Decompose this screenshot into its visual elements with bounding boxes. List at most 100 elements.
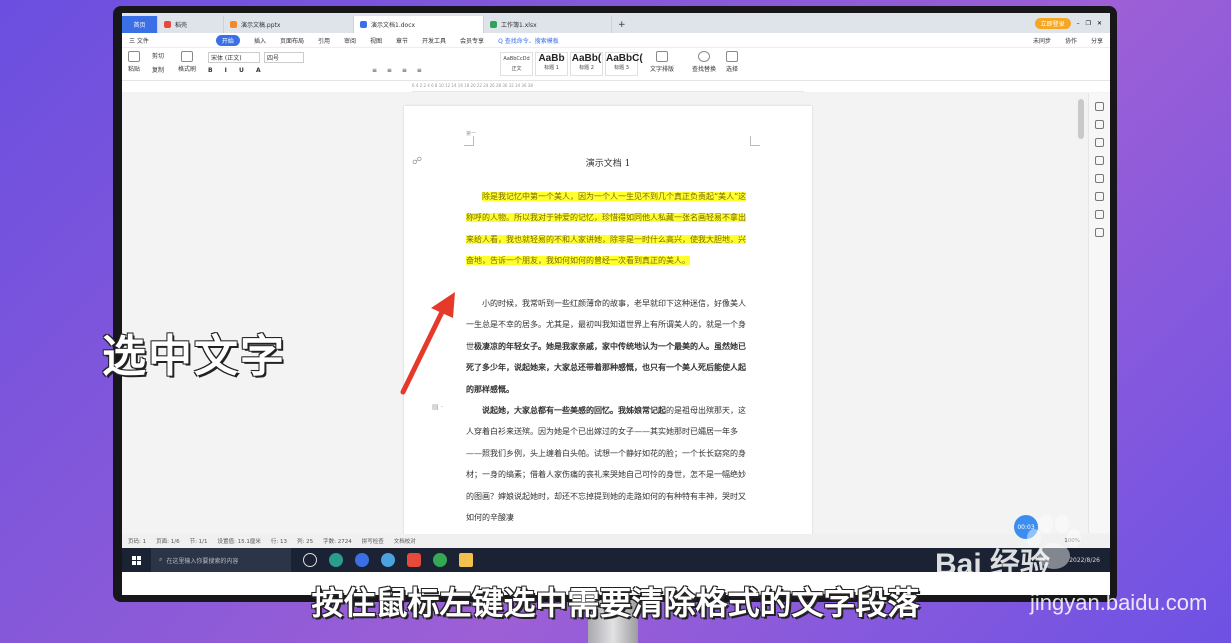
edge-dev-icon[interactable]: [355, 553, 369, 567]
header-mark: 第一: [466, 131, 477, 137]
select-button[interactable]: 选择: [726, 51, 738, 73]
paste-label: 粘贴: [128, 66, 141, 73]
menu-home[interactable]: 开始: [215, 34, 240, 46]
tab-home[interactable]: 首页: [122, 16, 158, 33]
copy-button[interactable]: 复制: [152, 65, 164, 74]
proofread-button[interactable]: 文档校对: [394, 537, 416, 545]
tab-pptx[interactable]: 演示文稿.pptx: [224, 16, 354, 33]
taskbar-search-placeholder: 在这里输入你要搜索的内容: [166, 557, 239, 565]
status-row: 行: 13: [270, 539, 287, 545]
menu-layout[interactable]: 页面布局: [280, 36, 304, 45]
copy-label: 复制: [152, 67, 165, 74]
paste-button[interactable]: 粘贴: [128, 51, 140, 73]
style-h3[interactable]: AaBbC(标题 3: [605, 52, 643, 76]
style-h1[interactable]: AaBb 标题 1: [535, 52, 568, 76]
pointer-icon[interactable]: [1095, 138, 1104, 147]
settings-icon[interactable]: [1095, 156, 1104, 165]
ruler-marks: 6 4 2 2 4 6 8 10 12 14 16 18 20 22 24 26…: [412, 83, 533, 88]
style-name: 标题 3: [614, 65, 629, 71]
edge-beta-icon[interactable]: [433, 553, 447, 567]
tab-label: 首页: [133, 22, 146, 29]
tab-docx[interactable]: 演示文档1.docx: [354, 16, 484, 33]
windows-start-icon[interactable]: [132, 555, 141, 565]
cut-button[interactable]: 剪切: [152, 51, 164, 60]
highlighted-paragraph[interactable]: 除是我记忆中第一个美人，因为一个人一生见不到几个真正负责起“美人”这称呼的人物。…: [466, 186, 752, 272]
close-icon[interactable]: ✕: [1097, 20, 1102, 27]
menu-section[interactable]: 章节: [396, 36, 408, 45]
select-label: 选择: [726, 66, 739, 73]
xlsx-icon: [490, 21, 497, 28]
menu-right: 未同步 协作 分享: [1026, 36, 1110, 45]
menu-bar: 三 文件 开始 插入 页面布局 引用 审阅 视图 章节 开发工具 会员专享 Q …: [122, 33, 1110, 48]
caption-subtitle: 按住鼠标左键选中需要清除格式的文字段落: [311, 584, 920, 622]
edge-icon[interactable]: [329, 553, 343, 567]
doc-icon[interactable]: ▤ ·: [432, 403, 443, 411]
document-page[interactable]: 第一 ☍ 演示文档 1 除是我记忆中第一个美人，因为一个人一生见不到几个真正负责…: [404, 106, 812, 536]
menu-file[interactable]: 三 文件: [129, 36, 149, 45]
pen-icon[interactable]: [1095, 120, 1104, 129]
screen: 首页 稻壳 演示文稿.pptx 演示文档1.docx 工作簿1.xlsx + 立…: [122, 13, 1110, 595]
command-search[interactable]: Q 查找命令、搜索模板: [498, 36, 559, 45]
tab-docer[interactable]: 稻壳: [158, 16, 224, 33]
find-replace-button[interactable]: 查找替换: [692, 51, 716, 73]
menu-insert[interactable]: 插入: [254, 36, 266, 45]
size-select[interactable]: 四号: [264, 52, 304, 63]
find-replace-label: 查找替换: [692, 66, 717, 73]
tab-xlsx[interactable]: 工作簿1.xlsx: [484, 16, 612, 33]
menu-devtools[interactable]: 开发工具: [422, 36, 446, 45]
new-tab-icon: +: [618, 19, 626, 30]
style-sample: AaBb: [538, 53, 565, 64]
paragraph-2[interactable]: 小的时候，我常听到一些红颜薄命的故事，老早就印下这种迷信，好像美人一生总是不幸的…: [466, 293, 752, 400]
style-h2[interactable]: AaBb(标题 2: [570, 52, 603, 76]
tab-label: 稻壳: [175, 22, 188, 29]
font-select[interactable]: 宋体 (正文): [208, 52, 260, 63]
format-painter-button[interactable]: 格式刷: [178, 51, 196, 73]
new-tab-button[interactable]: +: [612, 16, 632, 33]
sync-status[interactable]: 未同步: [1033, 36, 1051, 45]
text-tools-button[interactable]: 文字排版: [650, 51, 674, 73]
login-button[interactable]: 立即登录: [1034, 17, 1071, 29]
status-pages: 页面: 1/6: [156, 539, 180, 545]
image-icon[interactable]: [1095, 192, 1104, 201]
wps-icon[interactable]: [407, 553, 421, 567]
status-section: 节: 1/1: [189, 539, 208, 545]
paragraph-2-bold: 极凄凉的年轻女子。她是我家亲戚，家中传统地认为一个最美的人。虽然她已死了多少年，…: [466, 340, 746, 394]
taskbar-search[interactable]: ⌕ 在这里输入你要搜索的内容: [151, 548, 291, 572]
style-normal[interactable]: AaBbCcDd 正文: [500, 52, 533, 76]
file-explorer-icon[interactable]: [459, 553, 473, 567]
history-icon[interactable]: [1095, 174, 1104, 183]
paragraph-3-text: 的是祖母出殡那天，这人穿着白衫来送殡。因为她是个已出嫁过的女子——其实她那时已孀…: [466, 406, 746, 523]
cursor-icon: [726, 51, 738, 62]
menu-references[interactable]: 引用: [318, 36, 330, 45]
style-gallery: AaBbCcDd 正文 AaBb 标题 1 AaBb(标题 2 AaBbC(标题 3: [500, 52, 643, 76]
right-toolbar: [1088, 93, 1110, 533]
style-tool-icon[interactable]: [1095, 102, 1104, 111]
format-buttons[interactable]: B I U A: [208, 67, 266, 74]
size-value: 四号: [267, 55, 280, 62]
tab-bar: 首页 稻壳 演示文稿.pptx 演示文档1.docx 工作簿1.xlsx + 立…: [122, 13, 1110, 33]
paste-icon: [128, 51, 140, 62]
tab-label: 演示文档1.docx: [371, 22, 416, 29]
document-title: 演示文档 1: [585, 159, 631, 169]
location-icon[interactable]: [1095, 210, 1104, 219]
spellcheck-button[interactable]: 拼写检查: [362, 537, 384, 545]
restore-icon[interactable]: ❐: [1086, 20, 1091, 27]
margin-corner: [750, 136, 760, 146]
menu-vip[interactable]: 会员专享: [460, 36, 484, 45]
collaborate-button[interactable]: 协作: [1065, 36, 1077, 45]
task-view-icon[interactable]: [303, 553, 317, 567]
docer-icon: [164, 21, 171, 28]
vertical-scrollbar[interactable]: [1078, 99, 1084, 139]
menu-view[interactable]: 视图: [370, 36, 382, 45]
browser-icon[interactable]: [381, 553, 395, 567]
status-wordcount[interactable]: 字数: 2724: [323, 537, 352, 545]
minimize-icon[interactable]: –: [1077, 20, 1080, 27]
ribbon: 粘贴 剪切 复制 格式刷 宋体 (正文) 四号 B I U A ≡ ≡ ≡ ≡ …: [122, 49, 1110, 81]
share-button[interactable]: 分享: [1091, 36, 1103, 45]
translate-icon[interactable]: [1095, 228, 1104, 237]
selected-text: 除是我记忆中第一个美人，因为一个人一生见不到几个真正负责起“美人”这称呼的人物。…: [466, 192, 747, 266]
paragraph-buttons[interactable]: ≡ ≡ ≡ ≡: [372, 67, 426, 74]
baidu-watermark-logo: Bai 经验: [935, 548, 1051, 581]
paragraph-3[interactable]: 说起她，大家总都有一些美感的回忆。我姊娘常记起的是祖母出殡那天，这人穿着白衫来送…: [466, 400, 752, 528]
menu-review[interactable]: 审阅: [344, 36, 356, 45]
